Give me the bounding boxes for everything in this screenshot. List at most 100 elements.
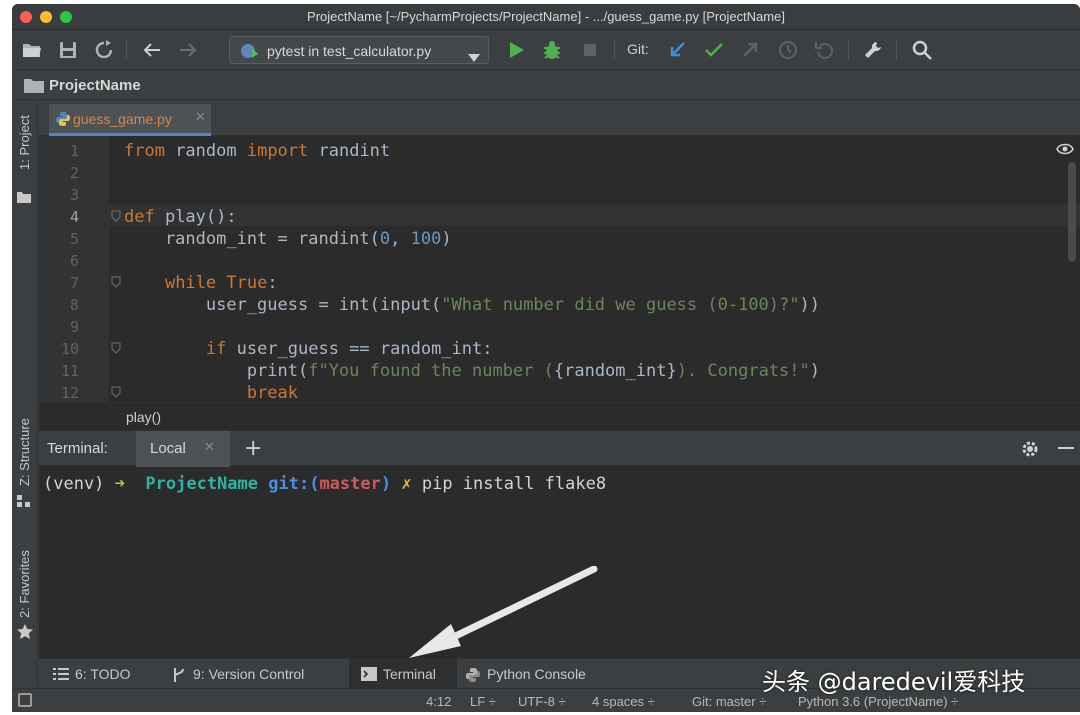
window-title: ProjectName [~/PycharmProjects/ProjectNa… — [307, 9, 785, 24]
favorites-tool-tab[interactable]: 2: Favorites — [17, 550, 32, 618]
code-text: while True: — [124, 272, 278, 294]
code-token: ) — [809, 361, 821, 381]
git-push-icon[interactable] — [738, 38, 762, 62]
line-number: 11 — [60, 362, 79, 380]
code-line[interactable]: 12 break — [39, 382, 1080, 404]
terminal-panel: Terminal: Local ✕ + (venv) ➜ ProjectName… — [39, 430, 1080, 658]
structure-tool-tab[interactable]: Z: Structure — [17, 418, 32, 486]
file-encoding[interactable]: UTF-8 ÷ — [518, 694, 566, 709]
line-separator[interactable]: LF ÷ — [470, 694, 496, 709]
code-token: : — [267, 273, 278, 293]
code-line[interactable]: 4 def play(): — [39, 206, 1080, 228]
code-line[interactable]: 3 — [39, 184, 1080, 206]
run-icon[interactable] — [504, 38, 528, 62]
code-line[interactable]: 9 — [39, 316, 1080, 338]
code-text: def play(): — [124, 206, 237, 228]
code-token: import — [246, 141, 309, 161]
code-token: while True — [164, 273, 268, 293]
git-label: Git: — [627, 41, 649, 57]
version-control-tab-label: 9: Version Control — [193, 666, 305, 682]
terminal-prompt-line[interactable]: (venv) ➜ ProjectName git:(master) ✗ pip … — [43, 474, 606, 494]
python-icon — [465, 667, 481, 686]
eye-icon[interactable] — [1056, 140, 1074, 159]
terminal-command: pip install flake8 — [421, 474, 607, 494]
terminal-tab-label: Local — [150, 440, 186, 457]
code-line[interactable]: 7 while True: — [39, 272, 1080, 294]
code-line[interactable]: 11 print(f"You found the number ({random… — [39, 360, 1080, 382]
code-line[interactable]: 10 if user_guess == random_int: — [39, 338, 1080, 360]
code-token: {random_int} — [553, 361, 677, 381]
toggle-tool-windows-icon[interactable] — [18, 693, 32, 707]
close-icon[interactable]: ✕ — [204, 440, 215, 455]
minimize-panel-button[interactable] — [1058, 447, 1074, 449]
gear-icon[interactable] — [1020, 439, 1040, 463]
editor-scrollbar[interactable] — [1068, 162, 1076, 262]
left-tool-strip: 1: Project Z: Structure 2: Favorites — [12, 100, 38, 686]
todo-tool-tab[interactable]: 6: TODO — [53, 659, 163, 689]
fold-marker-icon[interactable] — [111, 386, 121, 398]
git-branch-status[interactable]: Git: master ÷ — [692, 694, 766, 709]
version-control-tool-tab[interactable]: 9: Version Control — [171, 659, 341, 689]
code-text: break — [124, 382, 298, 404]
prompt-git-suffix: ) — [380, 474, 392, 494]
code-token: f"You found the number ( — [308, 361, 554, 381]
git-commit-check-icon[interactable] — [702, 38, 726, 62]
code-line[interactable]: 6 — [39, 250, 1080, 272]
caret-position[interactable]: 4:12 — [426, 694, 451, 709]
watermark-text: 头条 @daredevil爱科技 — [762, 668, 1026, 696]
project-tool-tab[interactable]: 1: Project — [17, 115, 32, 170]
rollback-icon[interactable] — [812, 38, 836, 62]
code-line[interactable]: 8 user_guess = int(input("What number di… — [39, 294, 1080, 316]
code-token: random_int = randint( — [124, 229, 380, 249]
breadcrumb-function[interactable]: play() — [126, 409, 161, 425]
fold-marker-icon[interactable] — [111, 210, 121, 222]
code-token: , — [390, 229, 411, 249]
stop-icon[interactable] — [578, 38, 602, 62]
debug-bug-icon[interactable] — [540, 38, 564, 62]
open-folder-icon[interactable] — [20, 38, 44, 62]
sync-icon[interactable] — [92, 38, 116, 62]
nav-project-name[interactable]: ProjectName — [49, 77, 141, 94]
chevron-down-icon — [468, 47, 480, 66]
file-tab-guess-game[interactable]: guess_game.py ✕ — [49, 104, 211, 136]
search-icon[interactable] — [910, 38, 934, 62]
forward-arrow-icon[interactable] — [176, 38, 200, 62]
branch-icon — [171, 667, 187, 686]
terminal-tab-label: Terminal — [383, 666, 436, 682]
run-configuration-dropdown[interactable]: pytest in test_calculator.py — [229, 36, 489, 64]
save-icon[interactable] — [56, 38, 80, 62]
terminal-tool-tab[interactable]: Terminal — [349, 659, 457, 689]
run-configuration-label: pytest in test_calculator.py — [267, 43, 432, 59]
python-console-tool-tab[interactable]: Python Console — [465, 659, 615, 689]
indent-setting[interactable]: 4 spaces ÷ — [592, 694, 655, 709]
venv-indicator: (venv) — [43, 474, 105, 494]
line-number: 12 — [60, 384, 79, 402]
settings-wrench-icon[interactable] — [862, 38, 886, 62]
annotation-arrow-icon — [399, 565, 599, 670]
line-number: 8 — [69, 296, 79, 314]
close-icon[interactable]: ✕ — [195, 110, 206, 125]
line-number: 1 — [69, 142, 79, 160]
terminal-tab-local[interactable]: Local ✕ — [136, 431, 230, 467]
code-line[interactable]: 5 random_int = randint(0, 100) — [39, 228, 1080, 250]
prompt-directory: ProjectName — [145, 474, 258, 494]
new-terminal-button[interactable]: + — [244, 436, 262, 461]
code-text: user_guess = int(input("What number did … — [124, 294, 820, 316]
folder-icon — [17, 188, 31, 207]
fold-marker-icon[interactable] — [111, 342, 121, 354]
code-token: play(): — [154, 207, 237, 227]
code-line[interactable]: 1 from random import randint — [39, 140, 1080, 162]
fold-marker-icon[interactable] — [111, 276, 121, 288]
code-token: print( — [124, 361, 309, 381]
history-clock-icon[interactable] — [776, 38, 800, 62]
line-number: 3 — [69, 186, 79, 204]
line-number: 5 — [69, 230, 79, 248]
code-text: random_int = randint(0, 100) — [124, 228, 452, 250]
code-line[interactable]: 2 — [39, 162, 1080, 184]
navigation-bar: ProjectName — [12, 70, 1080, 100]
editor-tab-bar: guess_game.py ✕ — [39, 100, 1080, 136]
git-update-icon[interactable] — [666, 38, 690, 62]
code-editor[interactable]: 1 from random import randint 2 3 4 def play()… — [39, 136, 1080, 430]
back-arrow-icon[interactable] — [140, 38, 164, 62]
